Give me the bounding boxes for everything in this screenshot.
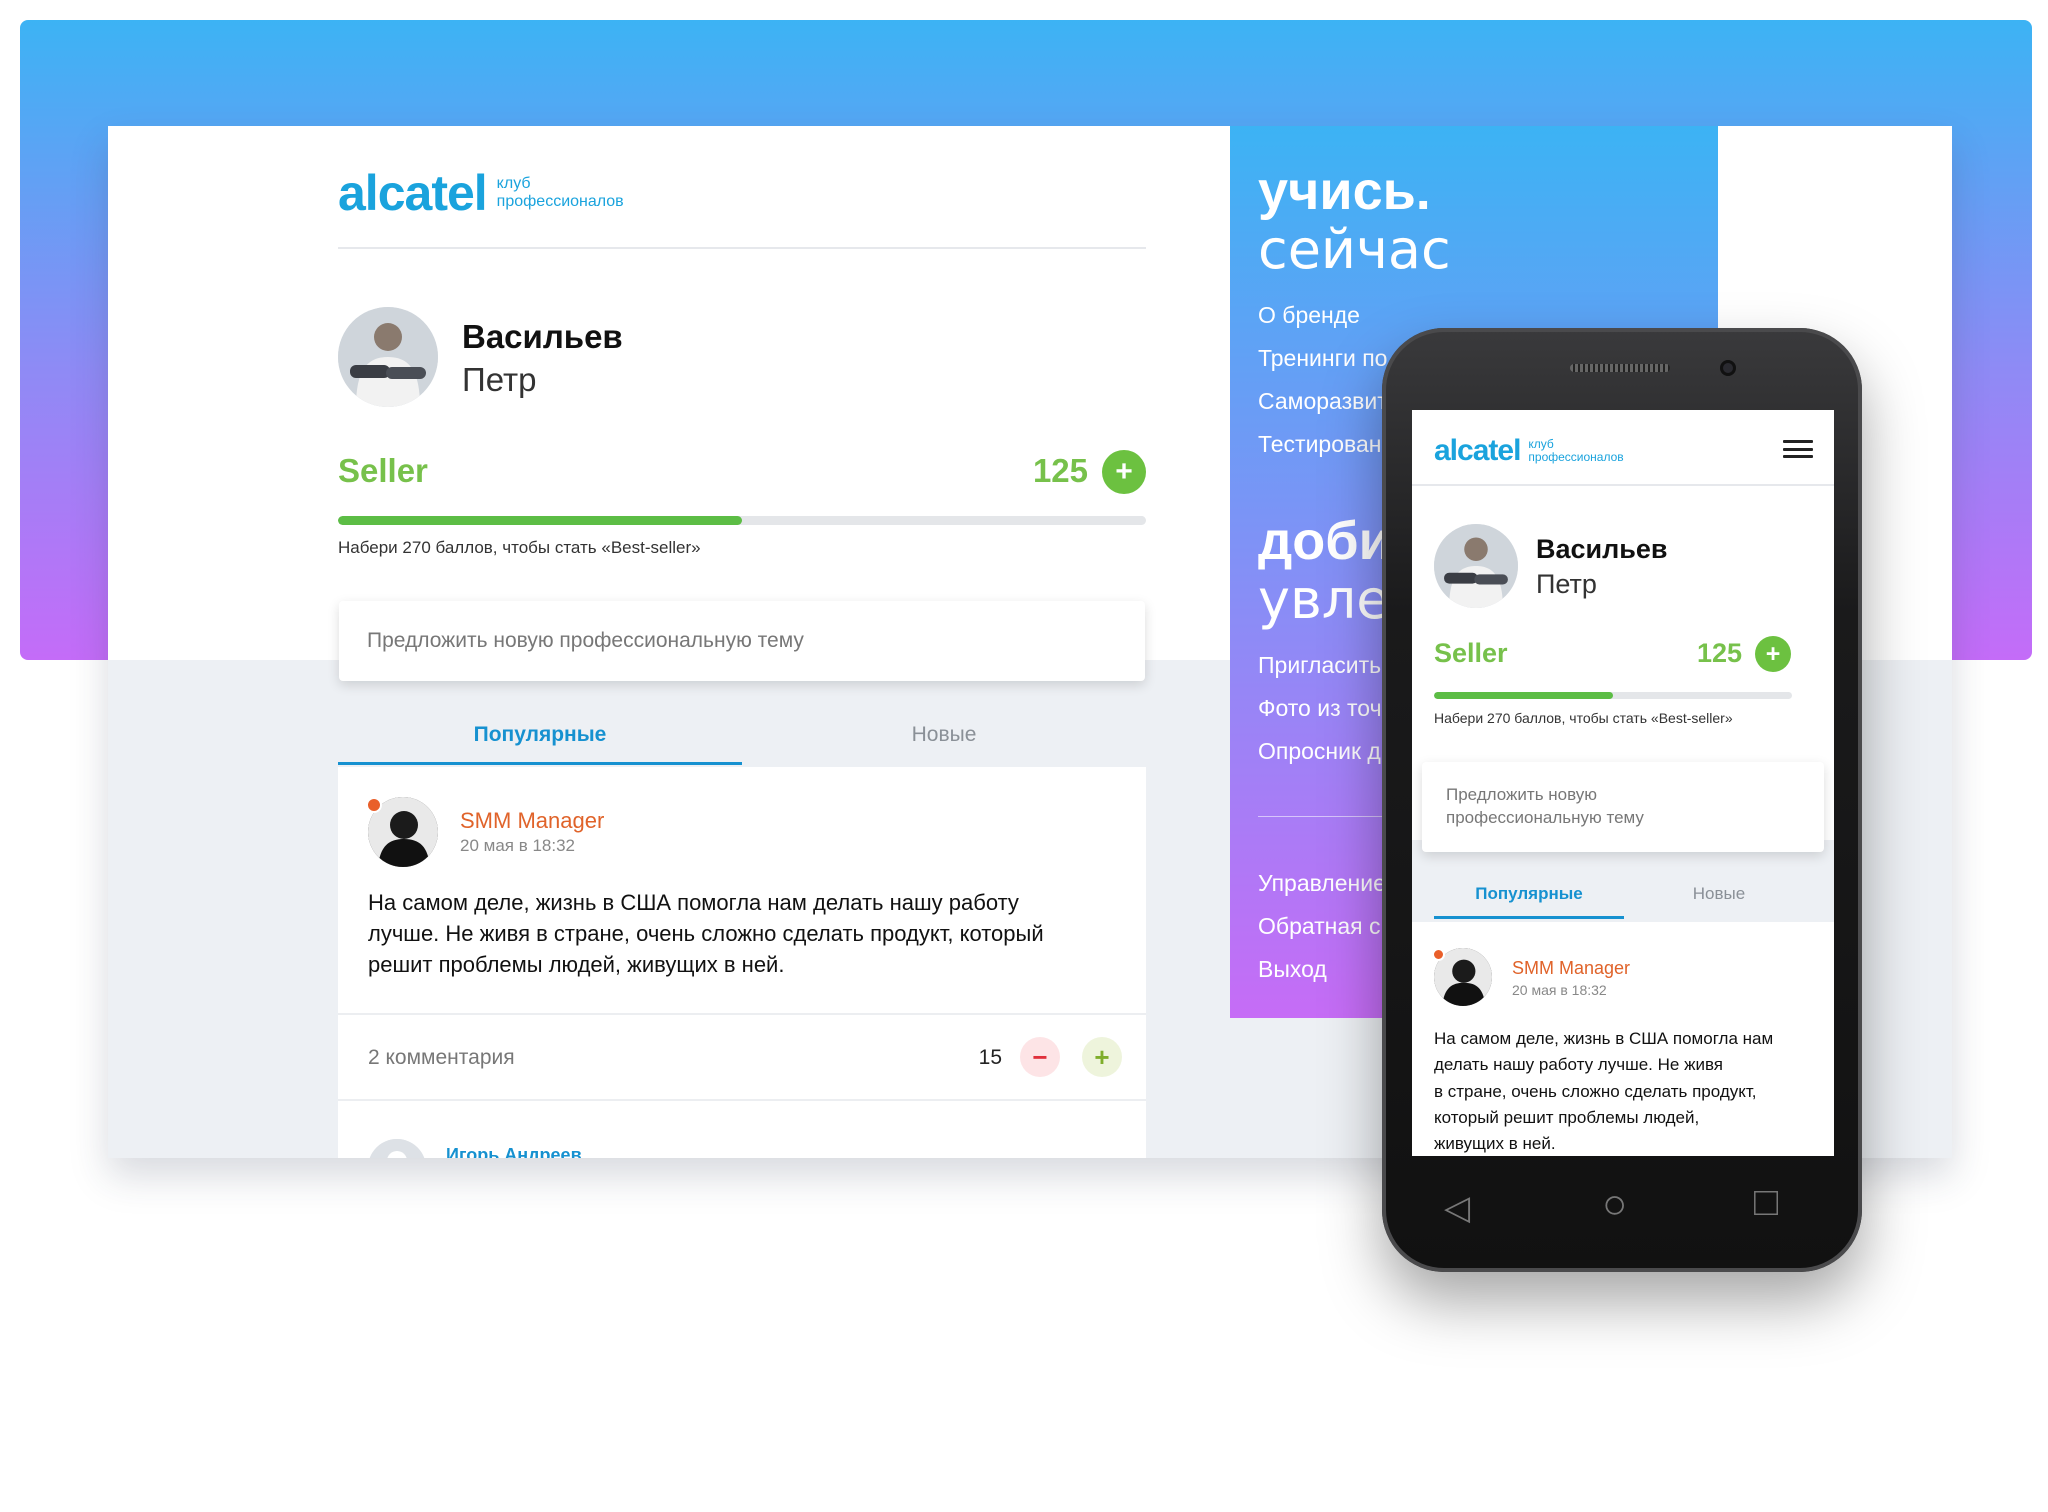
post-body: На самом деле, жизнь в США помогла нам д… xyxy=(368,890,1044,977)
downvote-button[interactable]: − xyxy=(1020,1037,1060,1077)
home-nav-icon[interactable]: ○ xyxy=(1602,1180,1627,1228)
post-card: SMM Manager 20 мая в 18:32 На самом деле… xyxy=(338,767,1146,1158)
phone-speaker xyxy=(1570,364,1670,372)
mobile-online-status-icon xyxy=(1432,948,1445,961)
online-status-icon xyxy=(366,797,382,813)
promo-canvas: alcatel клуб профессионалов Васильев Пет… xyxy=(0,0,2048,1512)
back-nav-icon[interactable]: ◁ xyxy=(1444,1188,1470,1228)
menu-item-survey[interactable]: Опросник д xyxy=(1258,738,1381,765)
mobile-post-date: 20 мая в 18:32 xyxy=(1512,982,1607,998)
menu-item-logout[interactable]: Выход xyxy=(1258,956,1327,983)
add-points-button[interactable]: + xyxy=(1102,450,1146,494)
menu-item-trainings[interactable]: Тренинги по xyxy=(1258,345,1387,372)
logo-tagline: клуб профессионалов xyxy=(496,175,624,210)
mobile-level-hint: Набери 270 баллов, чтобы стать «Best-sel… xyxy=(1434,710,1733,726)
menu-item-store-photos[interactable]: Фото из точ xyxy=(1258,695,1382,722)
mobile-post-card: SMM Manager 20 мая в 18:32 На самом деле… xyxy=(1412,922,1834,1156)
menu-item-management[interactable]: Управление xyxy=(1258,870,1386,897)
default-user-icon xyxy=(368,1139,426,1158)
vote-count: 15 xyxy=(978,1046,1002,1069)
mobile-tab-popular[interactable]: Популярные xyxy=(1434,884,1624,904)
menu-item-about-brand[interactable]: О бренде xyxy=(1258,302,1360,329)
menu-item-invite[interactable]: Пригласить xyxy=(1258,652,1381,679)
level-label: Seller xyxy=(338,452,428,489)
phone-camera xyxy=(1720,360,1736,376)
upvote-button[interactable]: + xyxy=(1082,1037,1122,1077)
mobile-tab-new[interactable]: Новые xyxy=(1624,884,1814,904)
hamburger-menu-icon[interactable] xyxy=(1783,440,1813,458)
level-progress-fill xyxy=(338,516,742,525)
recent-apps-nav-icon[interactable]: □ xyxy=(1754,1180,1778,1225)
mobile-level-progress-bar xyxy=(1434,692,1792,699)
profile-surname: Васильев xyxy=(462,318,623,355)
profile-firstname: Петр xyxy=(462,361,537,398)
active-tab-indicator xyxy=(338,762,742,765)
phone-screen: alcatel клуб профессионалов Васильев Пет… xyxy=(1412,410,1834,1156)
suggest-topic-input[interactable]: Предложить новую профессиональную тему xyxy=(339,601,1145,681)
mobile-level-progress-fill xyxy=(1434,692,1613,699)
user-photo-icon xyxy=(338,307,438,407)
post-date: 20 мая в 18:32 xyxy=(460,836,575,855)
menu-headline-learn: учись. xyxy=(1258,161,1431,221)
mobile-profile-firstname: Петр xyxy=(1536,569,1597,599)
post-author-name[interactable]: SMM Manager xyxy=(460,808,604,834)
mobile-add-points-button[interactable]: + xyxy=(1755,636,1791,672)
menu-headline-now: сейчас xyxy=(1258,218,1451,281)
post-footer-divider xyxy=(338,1013,1146,1015)
mobile-user-avatar[interactable] xyxy=(1434,524,1518,608)
mobile-logo-wordmark: alcatel xyxy=(1434,434,1521,467)
mobile-score-value: 125 xyxy=(1696,638,1742,668)
mobile-profile-surname: Васильев xyxy=(1536,534,1668,564)
alcatel-logo[interactable]: alcatel клуб профессионалов xyxy=(338,164,624,222)
reply-author-name[interactable]: Игорь Андреев xyxy=(446,1145,582,1158)
level-progress-bar xyxy=(338,516,1146,525)
comments-link[interactable]: 2 комментария xyxy=(368,1046,515,1070)
menu-headline-achieve: доби xyxy=(1258,511,1392,571)
mobile-post-body: На самом деле, жизнь в США помогла нам д… xyxy=(1434,1029,1774,1154)
reply-author-avatar[interactable] xyxy=(368,1139,426,1158)
mobile-post-author-name[interactable]: SMM Manager xyxy=(1512,958,1630,979)
mobile-logo-tagline: клуб профессионалов xyxy=(1528,436,1624,464)
menu-item-self-development[interactable]: Саморазвит xyxy=(1258,388,1388,415)
mobile-alcatel-logo[interactable]: alcatel клуб профессионалов xyxy=(1434,434,1624,468)
logo-wordmark: alcatel xyxy=(338,165,488,221)
tab-new[interactable]: Новые xyxy=(742,723,1146,747)
phone-device: alcatel клуб профессионалов Васильев Пет… xyxy=(1382,328,1862,1272)
user-avatar[interactable] xyxy=(338,307,438,407)
mobile-suggest-topic-input[interactable]: Предложить новую профессиональную тему xyxy=(1422,762,1824,852)
mobile-active-tab-indicator xyxy=(1434,916,1624,919)
tab-popular[interactable]: Популярные xyxy=(338,723,742,747)
level-hint: Набери 270 баллов, чтобы стать «Best-sel… xyxy=(338,538,701,557)
reply-divider xyxy=(338,1099,1146,1101)
mobile-user-photo-icon xyxy=(1434,524,1518,608)
score-value: 125 xyxy=(1032,452,1088,489)
header-divider xyxy=(338,247,1146,249)
menu-item-testing[interactable]: Тестирован xyxy=(1258,431,1381,458)
mobile-level-label: Seller xyxy=(1434,638,1508,668)
menu-item-feedback[interactable]: Обратная св xyxy=(1258,913,1393,940)
